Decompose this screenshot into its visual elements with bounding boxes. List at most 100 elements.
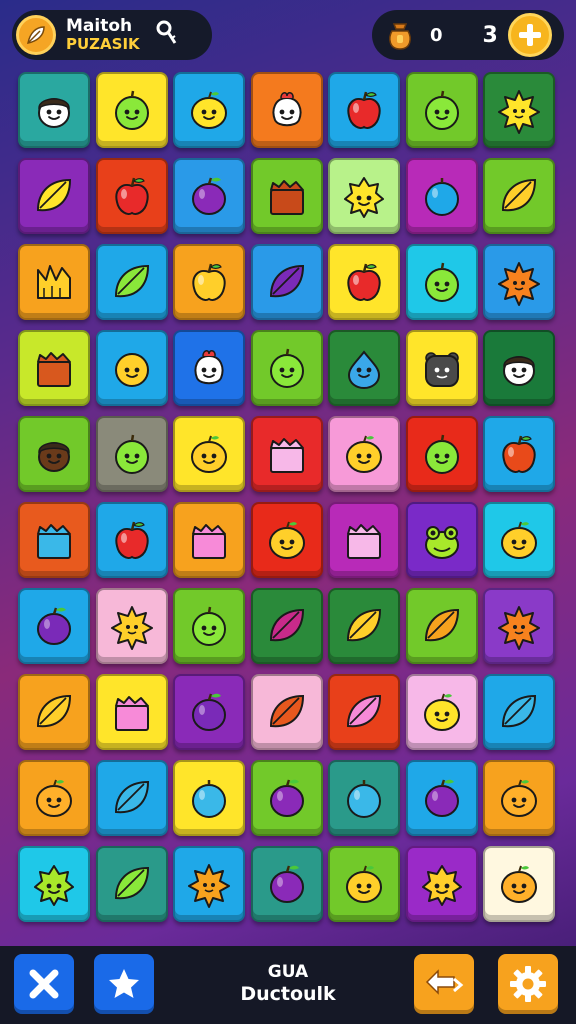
board-tile[interactable] [405,72,478,148]
star-face-icon [34,865,74,906]
board-tile[interactable] [18,330,90,406]
board-tile[interactable] [173,72,245,148]
swap-button[interactable] [414,954,474,1014]
board-tile[interactable] [328,72,400,148]
fruit-leaf-icon [114,780,149,814]
board-tile[interactable] [328,674,400,750]
fruit-leaf-icon [269,264,304,298]
board-tile[interactable] [483,760,555,836]
board-tile[interactable] [405,416,478,492]
board-tile[interactable] [18,588,90,664]
board-tile[interactable] [250,330,323,406]
board-tile[interactable] [173,158,245,234]
board-tile[interactable] [18,502,90,578]
board-tile[interactable] [95,760,168,836]
board-tile[interactable] [483,158,555,234]
board-tile[interactable] [95,502,168,578]
top-bar: Maitoh PUZASIK 0 3 [0,0,576,66]
box-icon [347,524,381,559]
board-tile[interactable] [250,674,323,750]
fruit-lemon-icon [346,865,382,903]
counter-a: 0 [430,24,443,46]
board-tile[interactable] [95,588,168,664]
board-tile[interactable] [405,674,478,750]
face-boy-icon [38,98,70,128]
fruit-pear-icon [424,262,459,302]
board-tile[interactable] [483,72,555,148]
fruit-apple-icon [114,521,149,559]
board-tile[interactable] [18,416,90,492]
board-tile[interactable] [328,158,400,234]
board-tile[interactable] [18,674,90,750]
board-tile[interactable] [405,158,478,234]
board-tile[interactable] [173,674,245,750]
board-tile[interactable] [328,760,400,836]
board-tile[interactable] [95,416,168,492]
board-tile[interactable] [405,502,478,578]
board-tile[interactable] [173,416,245,492]
board-tile[interactable] [250,846,323,922]
board-tile[interactable] [173,846,245,922]
face-bear-icon [424,352,459,387]
fruit-pear-icon [269,348,304,388]
board-tile[interactable] [173,330,245,406]
board-tile[interactable] [483,330,555,406]
board-tile[interactable] [483,502,555,578]
fruit-drop-icon [347,350,381,390]
board-tile[interactable] [483,674,555,750]
board-tile[interactable] [95,158,168,234]
board-tile[interactable] [328,244,400,320]
board-tile[interactable] [328,416,400,492]
board-tile[interactable] [250,760,323,836]
close-button[interactable] [14,954,74,1014]
board-tile[interactable] [405,760,478,836]
board-tile[interactable] [250,244,323,320]
board-tile[interactable] [18,158,90,234]
board-tile[interactable] [18,760,90,836]
board-tile[interactable] [405,330,478,406]
star-face-icon [421,865,462,906]
board-tile[interactable] [250,588,323,664]
board-tile[interactable] [328,330,400,406]
star-fruit-icon [498,90,540,134]
board-tile[interactable] [405,846,478,922]
star-fruit-icon [110,606,153,650]
board-tile[interactable] [18,846,90,922]
board-tile[interactable] [173,502,245,578]
board-tile[interactable] [173,588,245,664]
plus-icon[interactable] [507,13,552,57]
board-tile[interactable] [173,244,245,320]
board-tile[interactable] [328,588,400,664]
board-tile[interactable] [405,244,478,320]
board-tile[interactable] [95,244,168,320]
board-tile[interactable] [18,72,90,148]
key-icon[interactable] [156,20,178,50]
box-icon [269,438,304,473]
board-tile[interactable] [95,330,168,406]
board-tile[interactable] [95,72,168,148]
bag-icon [382,17,418,53]
board-tile[interactable] [250,502,323,578]
board-tile[interactable] [95,674,168,750]
board-tile[interactable] [250,416,323,492]
board-tile[interactable] [483,846,555,922]
board-tile[interactable] [328,502,400,578]
settings-button[interactable] [498,954,558,1014]
leaf-icon[interactable] [16,15,56,55]
board-tile[interactable] [483,416,555,492]
board-tile[interactable] [95,846,168,922]
fruit-leaf-icon [501,178,537,212]
board-tile[interactable] [173,760,245,836]
fruit-lemon-icon [501,521,537,559]
board-tile[interactable] [483,588,555,664]
board-tile[interactable] [250,72,323,148]
board-tile[interactable] [483,244,555,320]
favorite-button[interactable] [94,954,154,1014]
board-tile[interactable] [328,846,400,922]
fruit-plum-icon [192,177,226,215]
board-tile[interactable] [18,244,90,320]
board-tile[interactable] [405,588,478,664]
board-tile[interactable] [250,158,323,234]
fruit-lemon-icon [191,435,227,473]
fruit-lemon-icon [268,521,305,559]
